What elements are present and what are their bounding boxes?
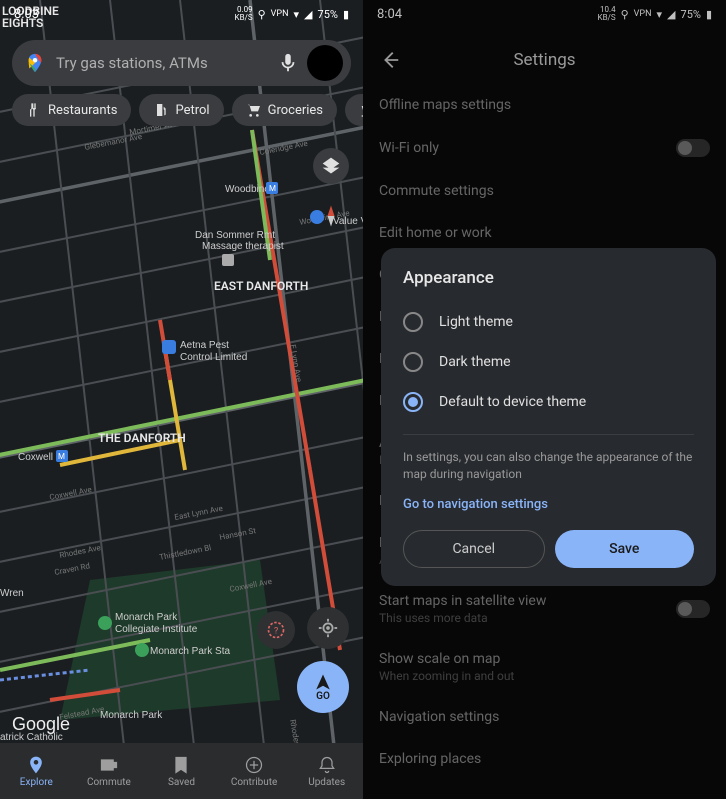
- category-chips: Restaurants Petrol Groceries Coffee: [12, 94, 363, 126]
- svg-text:M: M: [269, 184, 276, 193]
- chip-coffee[interactable]: Coffee: [345, 94, 363, 126]
- groceries-icon: [246, 102, 262, 118]
- svg-text:M: M: [58, 452, 65, 461]
- signal-icon: ◢: [304, 8, 312, 21]
- layers-icon: [321, 156, 341, 176]
- nav-saved[interactable]: Saved: [145, 743, 218, 799]
- appearance-dialog: Appearance Light theme Dark theme Defaul…: [381, 248, 716, 586]
- nav-updates[interactable]: Updates: [290, 743, 363, 799]
- svg-text:Monarch Park Sta: Monarch Park Sta: [150, 646, 230, 657]
- nav-commute[interactable]: Commute: [73, 743, 146, 799]
- compass-icon: [317, 202, 345, 230]
- svg-text:Wren: Wren: [0, 588, 24, 599]
- radio-icon: [403, 312, 423, 332]
- clock: 8:03: [14, 7, 39, 22]
- nav-settings-link[interactable]: Go to navigation settings: [403, 497, 694, 512]
- nav-explore[interactable]: Explore: [0, 743, 73, 799]
- navigate-icon: [314, 673, 332, 691]
- svg-text:THE DANFORTH: THE DANFORTH: [98, 431, 186, 445]
- nav-contribute[interactable]: Contribute: [218, 743, 291, 799]
- search-placeholder: Try gas stations, ATMs: [56, 54, 277, 72]
- go-button[interactable]: GO: [297, 661, 349, 713]
- svg-text:Massage therapist: Massage therapist: [202, 241, 284, 252]
- dialog-note: In settings, you can also change the app…: [403, 449, 694, 483]
- svg-text:Control Limited: Control Limited: [180, 352, 247, 363]
- contribute-icon: [244, 755, 264, 775]
- cancel-button[interactable]: Cancel: [403, 530, 545, 568]
- svg-text:EAST DANFORTH: EAST DANFORTH: [214, 279, 308, 293]
- radio-device-theme[interactable]: Default to device theme: [403, 382, 694, 422]
- search-bar[interactable]: Try gas stations, ATMs: [12, 40, 351, 86]
- save-button[interactable]: Save: [555, 530, 695, 568]
- svg-text:?: ?: [274, 626, 278, 636]
- key-icon: ⚲: [258, 8, 266, 21]
- divider: [403, 434, 694, 435]
- radio-dark-theme[interactable]: Dark theme: [403, 342, 694, 382]
- chip-petrol[interactable]: Petrol: [139, 94, 223, 126]
- svg-text:Collegiate Institute: Collegiate Institute: [115, 624, 198, 635]
- chip-restaurants[interactable]: Restaurants: [12, 94, 131, 126]
- explore-icon: [26, 755, 46, 775]
- help-button[interactable]: ?: [257, 611, 295, 649]
- radio-icon: [403, 392, 423, 412]
- radio-icon: [403, 352, 423, 372]
- restaurant-icon: [26, 102, 42, 118]
- wifi-icon: ▾: [294, 8, 300, 21]
- vpn-icon: VPN: [271, 9, 289, 19]
- chip-groceries[interactable]: Groceries: [232, 94, 337, 126]
- bottom-nav: Explore Commute Saved Contribute Updates: [0, 743, 363, 799]
- google-watermark: Google: [12, 714, 70, 735]
- petrol-icon: [153, 102, 169, 118]
- settings-screen: 8:04 10.4KB/S ⚲ VPN ▾ ◢ 75% ▮ Settings O…: [363, 0, 726, 799]
- svg-text:Dan Sommer Rmt: Dan Sommer Rmt: [195, 230, 275, 241]
- svg-text:Aetna Pest: Aetna Pest: [180, 340, 229, 351]
- radio-light-theme[interactable]: Light theme: [403, 302, 694, 342]
- locate-me-button[interactable]: [307, 607, 349, 649]
- dialog-title: Appearance: [403, 268, 694, 288]
- google-maps-logo: [24, 52, 46, 74]
- help-icon: ?: [266, 620, 286, 640]
- commute-icon: [99, 755, 119, 775]
- svg-text:Coxwell: Coxwell: [18, 452, 53, 463]
- profile-avatar[interactable]: [307, 45, 343, 81]
- crosshair-icon: [317, 617, 339, 639]
- svg-text:Monarch Park: Monarch Park: [115, 612, 178, 623]
- svg-text:Woodbine: Woodbine: [225, 184, 270, 195]
- compass-button[interactable]: [313, 198, 349, 234]
- battery-icon: ▮: [343, 8, 349, 21]
- updates-icon: [317, 755, 337, 775]
- maps-screen: Glebemanor Ave Mortimer Ave Coleridge Av…: [0, 0, 363, 799]
- mic-icon[interactable]: [277, 52, 299, 74]
- svg-text:Monarch Park: Monarch Park: [100, 710, 163, 721]
- status-bar: 8:03 0.09KB/S ⚲ VPN ▾ ◢ 75% ▮: [0, 0, 363, 28]
- layers-button[interactable]: [313, 148, 349, 184]
- saved-icon: [171, 755, 191, 775]
